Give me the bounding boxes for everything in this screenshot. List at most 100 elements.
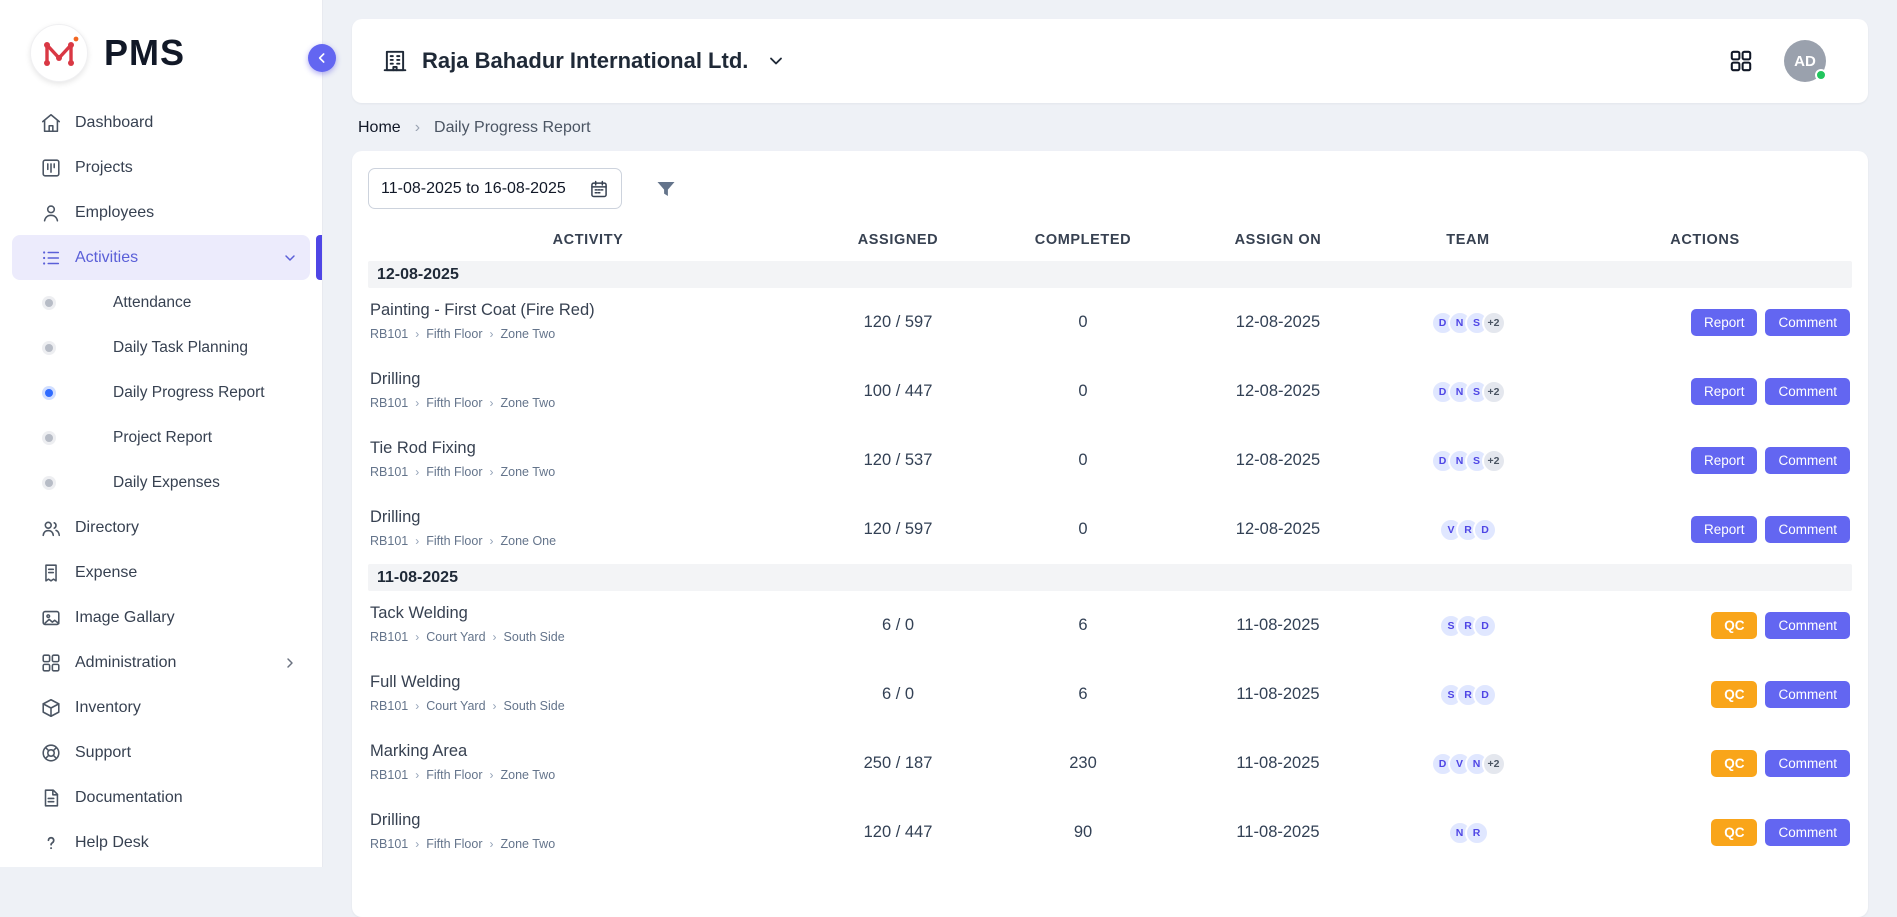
sidebar-item-inventory[interactable]: Inventory [12,685,310,730]
filter-button[interactable] [654,177,678,201]
breadcrumb-home[interactable]: Home [358,119,401,137]
sidebar-subitem-attendance[interactable]: Attendance [0,280,322,325]
inventory-icon [40,697,62,719]
activity-breadcrumb: RB101›Fifth Floor›Zone One [370,534,798,548]
sidebar-item-activities[interactable]: Activities [12,235,310,280]
sidebar-item-label: Administration [75,654,176,672]
breadcrumb-segment: South Side [504,630,565,644]
date-group-header: 12-08-2025 [368,261,1852,288]
app-logo[interactable]: PMS [0,0,322,100]
comment-button[interactable]: Comment [1765,447,1850,474]
report-button[interactable]: Report [1691,516,1758,543]
breadcrumb-segment: Fifth Floor [426,465,482,479]
activity-title: Drilling [370,507,798,527]
chevron-right-icon: › [415,837,419,851]
sidebar-subitem-label: Project Report [113,429,212,447]
qc-button[interactable]: QC [1711,750,1757,777]
team-avatar[interactable]: D [1473,614,1497,638]
team-avatar[interactable]: D [1473,518,1497,542]
sidebar-item-dashboard[interactable]: Dashboard [12,100,310,145]
table-row: Tie Rod FixingRB101›Fifth Floor›Zone Two… [368,426,1852,495]
sidebar-subitem-project-report[interactable]: Project Report [0,415,322,460]
team-extra-badge[interactable]: +2 [1482,449,1506,473]
activity-breadcrumb: RB101›Fifth Floor›Zone Two [370,396,798,410]
sidebar-item-directory[interactable]: Directory [12,505,310,550]
qc-button[interactable]: QC [1711,612,1757,639]
comment-button[interactable]: Comment [1765,309,1850,336]
actions-cell: Report Comment [1558,447,1852,474]
chevron-right-icon [282,655,298,671]
sidebar-item-documentation[interactable]: Documentation [12,775,310,820]
date-range-value: 11-08-2025 to 16-08-2025 [381,180,566,198]
sidebar: PMS Dashboard Projects EmployeesActivities… [0,0,323,867]
comment-button[interactable]: Comment [1765,750,1850,777]
completed-value: 6 [988,685,1178,704]
qc-button[interactable]: QC [1711,681,1757,708]
activity-cell: Drilling RB101›Fifth Floor›Zone One [368,495,808,564]
date-range-input[interactable]: 11-08-2025 to 16-08-2025 [368,168,622,209]
chevron-right-icon: › [490,768,494,782]
date-group-label: 11-08-2025 [377,569,458,587]
team-extra-badge[interactable]: +2 [1482,380,1506,404]
activity-cell: Tack WeldingRB101›Court Yard›South Side [368,591,808,660]
report-button[interactable]: Report [1691,447,1758,474]
activity-title: Tack Welding [370,603,798,623]
comment-button[interactable]: Comment [1765,681,1850,708]
chevron-right-icon: › [415,630,419,644]
support-icon [40,742,62,764]
team-extra-badge[interactable]: +2 [1482,311,1506,335]
company-selector[interactable]: Raja Bahadur International Ltd. [382,48,786,74]
user-avatar[interactable]: AD [1784,40,1826,82]
activity-breadcrumb: RB101›Fifth Floor›Zone Two [370,465,798,479]
daily-progress-report-card: 11-08-2025 to 16-08-2025 ACTIVITYASSIGNE… [352,151,1868,917]
sidebar-subitem-daily-expenses[interactable]: Daily Expenses [0,460,322,505]
sidebar-subitem-daily-progress-report[interactable]: Daily Progress Report [0,370,322,415]
column-header-team: TEAM [1378,232,1558,248]
actions-cell: Report Comment [1558,516,1852,543]
chevron-left-icon [314,50,330,66]
sidebar-collapse-button[interactable] [308,44,336,72]
completed-value: 0 [988,313,1178,332]
table-body: 12-08-2025Painting - First Coat (Fire Re… [368,261,1852,867]
sidebar-item-administration[interactable]: Administration [12,640,310,685]
assigned-value: 120 / 597 [808,520,988,539]
helpdesk-icon [40,832,62,854]
comment-button[interactable]: Comment [1765,612,1850,639]
report-button[interactable]: Report [1691,309,1758,336]
team-avatar[interactable]: R [1465,821,1489,845]
sidebar-item-label: Help Desk [75,834,149,852]
sidebar-item-employees[interactable]: Employees [12,190,310,235]
breadcrumb-segment: RB101 [370,465,408,479]
qc-button[interactable]: QC [1711,819,1757,846]
sidebar-subitem-daily-task-planning[interactable]: Daily Task Planning [0,325,322,370]
comment-button[interactable]: Comment [1765,516,1850,543]
actions-cell: QC Comment [1558,612,1852,639]
online-status-dot [1815,69,1827,81]
team-avatar[interactable]: D [1473,683,1497,707]
comment-button[interactable]: Comment [1765,819,1850,846]
assigned-value: 120 / 597 [808,313,988,332]
team-extra-badge[interactable]: +2 [1482,752,1506,776]
sidebar-item-expense[interactable]: Expense [12,550,310,595]
apps-grid-icon[interactable] [1728,48,1754,74]
sidebar-subitem-label: Daily Progress Report [113,384,265,402]
chevron-right-icon: › [490,396,494,410]
breadcrumb-segment: Court Yard [426,630,485,644]
breadcrumb-segment: Fifth Floor [426,534,482,548]
completed-value: 0 [988,451,1178,470]
comment-button[interactable]: Comment [1765,378,1850,405]
table-row: Full WeldingRB101›Court Yard›South Side6… [368,660,1852,729]
sidebar-item-image-gallary[interactable]: Image Gallary [12,595,310,640]
chevron-down-icon [766,51,786,71]
sidebar-subitem-label: Daily Expenses [113,474,220,492]
avatar-initials: AD [1794,53,1816,70]
sidebar-item-projects[interactable]: Projects [12,145,310,190]
sidebar-item-label: Projects [75,159,133,177]
table-row: Tack WeldingRB101›Court Yard›South Side6… [368,591,1852,660]
breadcrumb-segment: Court Yard [426,699,485,713]
breadcrumb-segment: Zone Two [501,396,556,410]
activity-breadcrumb: RB101›Fifth Floor›Zone Two [370,837,798,851]
report-button[interactable]: Report [1691,378,1758,405]
sidebar-item-support[interactable]: Support [12,730,310,775]
sidebar-item-help-desk[interactable]: Help Desk [12,820,310,865]
